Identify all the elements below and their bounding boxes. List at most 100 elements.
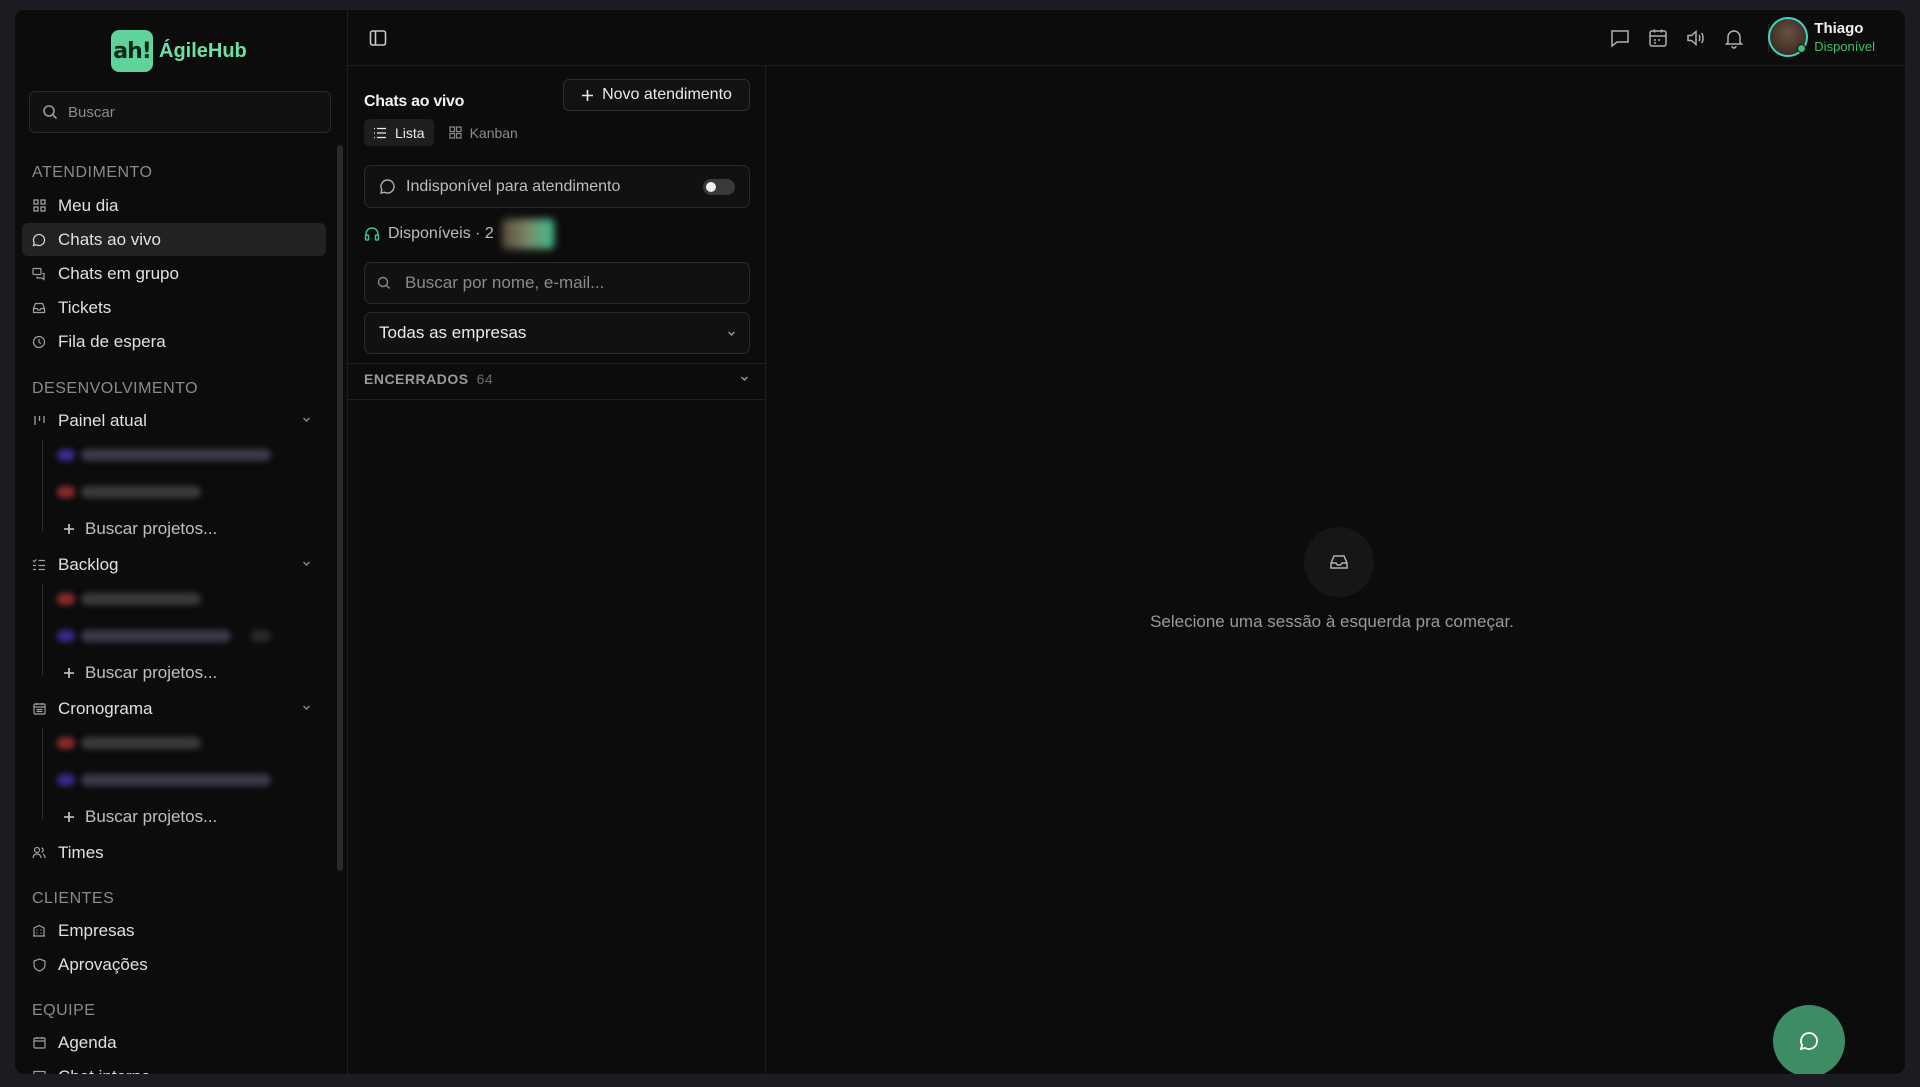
search-projects-label: Buscar projetos... bbox=[85, 519, 218, 538]
sidebar-toggle-icon[interactable] bbox=[368, 28, 388, 48]
chat-bubble-icon bbox=[32, 233, 46, 247]
plus-icon bbox=[63, 667, 75, 679]
tree-line bbox=[42, 584, 43, 676]
sidebar-item-backlog[interactable]: Backlog bbox=[22, 548, 326, 581]
tab-kanban[interactable]: Kanban bbox=[440, 119, 527, 146]
search-projects-button[interactable]: Buscar projetos... bbox=[63, 658, 217, 688]
message-icon[interactable] bbox=[1609, 27, 1631, 49]
user-status: Disponível bbox=[1814, 39, 1875, 54]
chat-fab-button[interactable] bbox=[1773, 1005, 1845, 1074]
project-count-redacted bbox=[251, 630, 271, 642]
chevron-down-icon[interactable] bbox=[301, 414, 312, 425]
session-view: Selecione uma sessão à esquerda pra come… bbox=[767, 66, 1905, 1074]
sidebar-item-painel-atual[interactable]: Painel atual bbox=[22, 404, 326, 437]
sidebar-item-cronograma[interactable]: Cronograma bbox=[22, 692, 326, 725]
chats-panel: Chats ao vivo Novo atendimento Lista Kan… bbox=[348, 66, 766, 1074]
tree-line bbox=[42, 440, 43, 532]
panel-title: Chats ao vivo bbox=[364, 93, 465, 110]
project-item-blurred[interactable] bbox=[57, 765, 271, 795]
availability-toggle[interactable] bbox=[703, 179, 735, 195]
project-item-blurred[interactable] bbox=[57, 584, 201, 614]
chat-bubble-icon bbox=[1797, 1029, 1821, 1053]
message-square-icon bbox=[32, 1070, 46, 1074]
sidebar-item-label: Painel atual bbox=[58, 410, 147, 430]
sidebar-item-aprovacoes[interactable]: Aprovações bbox=[22, 948, 326, 981]
project-item-blurred[interactable] bbox=[57, 621, 271, 651]
user-menu[interactable]: Thiago Disponível bbox=[1768, 17, 1875, 57]
sidebar-item-tickets[interactable]: Tickets bbox=[22, 291, 326, 324]
sidebar-search-input[interactable]: Buscar bbox=[29, 91, 331, 133]
sidebar-item-chats-em-grupo[interactable]: Chats em grupo bbox=[22, 257, 326, 290]
sidebar-item-label: Aprovações bbox=[58, 954, 148, 974]
project-item-blurred[interactable] bbox=[57, 728, 201, 758]
volume-icon[interactable] bbox=[1685, 27, 1707, 49]
chevron-down-icon[interactable] bbox=[301, 702, 312, 713]
new-chat-label: Novo atendimento bbox=[602, 86, 732, 103]
sidebar-item-fila-de-espera[interactable]: Fila de espera bbox=[22, 325, 326, 358]
chevron-down-icon[interactable] bbox=[301, 558, 312, 569]
list-icon bbox=[373, 127, 387, 139]
project-color-swatch bbox=[57, 774, 75, 786]
header-actions bbox=[1609, 27, 1745, 49]
brand-logo[interactable]: ah! ÁgileHub bbox=[111, 30, 247, 72]
users-icon bbox=[32, 846, 46, 860]
chat-search-placeholder: Buscar por nome, e-mail... bbox=[405, 273, 605, 292]
availability-label: Indisponível para atendimento bbox=[406, 177, 621, 195]
section-equipe: EQUIPE bbox=[32, 1002, 96, 1019]
calendar-icon bbox=[32, 1036, 46, 1050]
chat-search-input[interactable]: Buscar por nome, e-mail... bbox=[364, 262, 750, 304]
sidebar-item-chat-interno[interactable]: Chat interno bbox=[22, 1060, 326, 1075]
project-name-redacted bbox=[81, 737, 201, 749]
sidebar-item-label: Tickets bbox=[58, 297, 112, 317]
agent-avatars-redacted[interactable] bbox=[501, 219, 554, 249]
search-icon bbox=[42, 104, 58, 120]
sidebar-item-label: Chat interno bbox=[58, 1067, 151, 1075]
sidebar-item-empresas[interactable]: Empresas bbox=[22, 914, 326, 947]
company-filter-select[interactable]: Todas as empresas bbox=[364, 312, 750, 354]
project-item-blurred[interactable] bbox=[57, 440, 271, 470]
brand-name: ÁgileHub bbox=[159, 39, 247, 62]
avatar bbox=[1768, 17, 1809, 57]
search-icon bbox=[377, 276, 391, 290]
project-color-swatch bbox=[57, 630, 75, 642]
tree-line bbox=[42, 728, 43, 820]
sidebar-item-meu-dia[interactable]: Meu dia bbox=[22, 189, 326, 222]
sidebar-item-label: Cronograma bbox=[58, 698, 153, 718]
project-color-swatch bbox=[57, 737, 75, 749]
bell-icon[interactable] bbox=[1723, 27, 1745, 49]
project-name-redacted bbox=[81, 486, 201, 498]
plus-icon bbox=[581, 89, 594, 102]
project-item-blurred[interactable] bbox=[57, 477, 201, 507]
project-color-swatch bbox=[57, 486, 75, 498]
sidebar-item-times[interactable]: Times bbox=[22, 836, 326, 869]
group-chat-icon bbox=[32, 267, 46, 281]
closed-chats-group[interactable]: ENCERRADOS 64 bbox=[364, 364, 750, 394]
online-status-dot bbox=[1797, 44, 1807, 53]
headset-icon bbox=[364, 226, 380, 242]
project-name-redacted bbox=[81, 630, 231, 642]
sidebar-item-chats-ao-vivo[interactable]: Chats ao vivo bbox=[22, 223, 326, 256]
toggle-knob bbox=[706, 182, 716, 192]
inbox-icon bbox=[32, 301, 46, 315]
group-count: 64 bbox=[476, 371, 494, 387]
project-color-swatch bbox=[57, 449, 75, 461]
plus-icon bbox=[63, 811, 75, 823]
project-name-redacted bbox=[81, 774, 271, 786]
sidebar: ah! ÁgileHub Buscar ATENDIMENTO Meu dia … bbox=[15, 10, 348, 1074]
sidebar-item-agenda[interactable]: Agenda bbox=[22, 1026, 326, 1059]
tab-label: Kanban bbox=[469, 124, 518, 141]
tab-lista[interactable]: Lista bbox=[364, 119, 434, 146]
grid-icon bbox=[448, 126, 462, 139]
chat-bubble-icon bbox=[379, 178, 396, 195]
sidebar-scrollbar[interactable] bbox=[337, 145, 343, 871]
new-chat-button[interactable]: Novo atendimento bbox=[563, 79, 750, 111]
search-projects-button[interactable]: Buscar projetos... bbox=[63, 802, 217, 832]
availability-card: Indisponível para atendimento bbox=[364, 165, 750, 208]
search-projects-label: Buscar projetos... bbox=[85, 663, 218, 682]
user-info: Thiago Disponível bbox=[1814, 20, 1875, 54]
project-name-redacted bbox=[81, 593, 201, 605]
sidebar-item-label: Chats ao vivo bbox=[58, 229, 161, 249]
calendar-icon[interactable] bbox=[1647, 27, 1669, 49]
search-projects-button[interactable]: Buscar projetos... bbox=[63, 514, 217, 544]
grid-icon bbox=[32, 199, 46, 213]
